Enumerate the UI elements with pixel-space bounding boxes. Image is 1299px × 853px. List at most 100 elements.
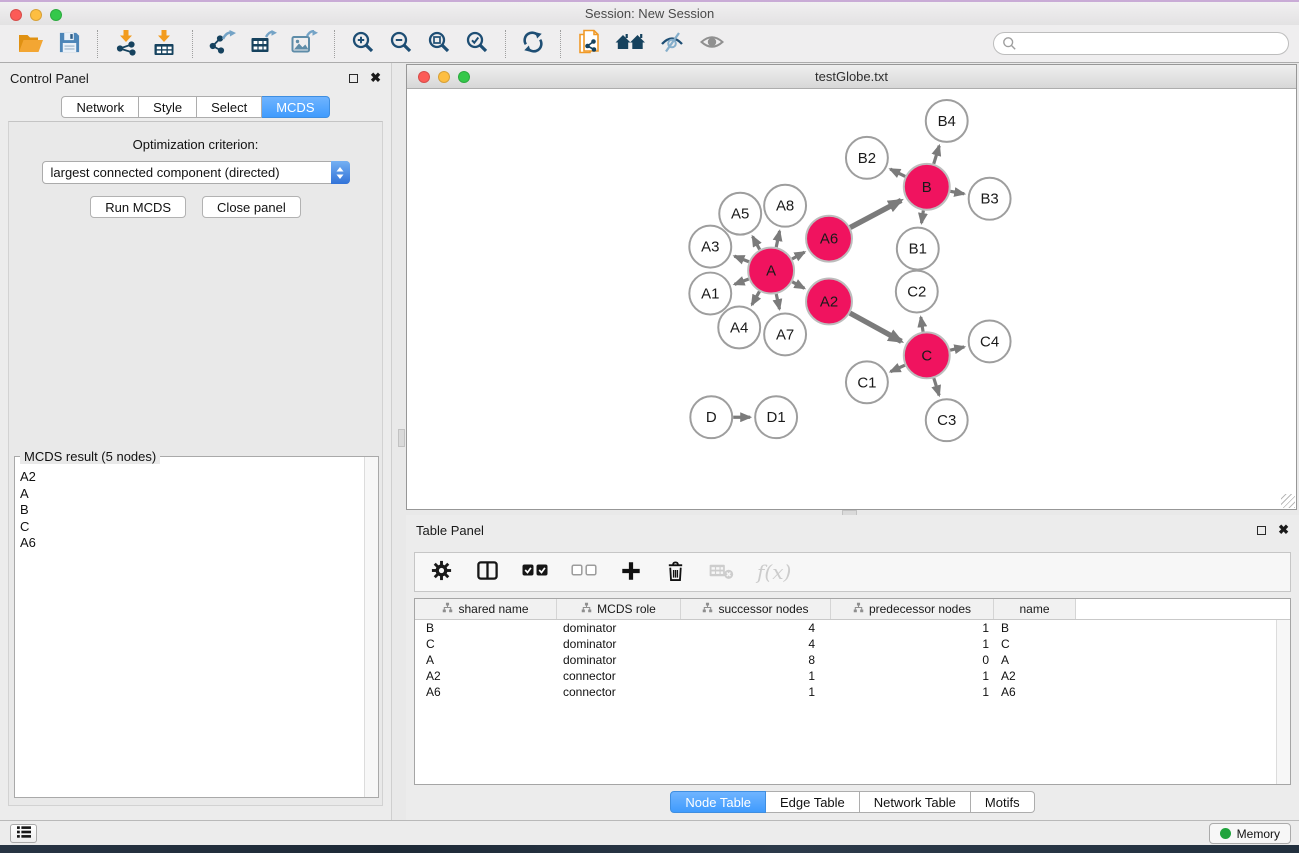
node-C2[interactable]: C2 bbox=[896, 271, 938, 313]
table-cell[interactable]: A2 bbox=[994, 669, 1076, 683]
window-resize-grip[interactable] bbox=[1281, 494, 1295, 508]
tab-motifs[interactable]: Motifs bbox=[971, 791, 1035, 813]
network-close-button[interactable] bbox=[418, 71, 430, 83]
table-row[interactable]: Bdominator41B bbox=[415, 620, 1290, 636]
criterion-select[interactable]: largest connected component (directed) bbox=[42, 161, 350, 184]
edge-C-C2[interactable] bbox=[921, 317, 923, 332]
table-cell[interactable]: A bbox=[994, 653, 1076, 667]
column-header-mcds-role[interactable]: MCDS role bbox=[557, 599, 681, 619]
node-A1[interactable]: A1 bbox=[689, 273, 731, 315]
tab-style[interactable]: Style bbox=[139, 96, 197, 118]
edge-A-A4[interactable] bbox=[752, 291, 760, 304]
network-canvas[interactable]: B4B2BB3A8A5A6A3B1AC2A1A2A4A7C4CC1DD1C3 bbox=[407, 89, 1296, 509]
table-cell[interactable]: B bbox=[415, 621, 557, 635]
edge-A-A3[interactable] bbox=[734, 256, 748, 262]
edge-A-A8[interactable] bbox=[776, 231, 779, 247]
table-cell[interactable]: A2 bbox=[415, 669, 557, 683]
node-B3[interactable]: B3 bbox=[969, 178, 1011, 220]
refresh-button[interactable] bbox=[515, 28, 551, 59]
mcds-result-item[interactable]: C bbox=[20, 519, 362, 536]
mcds-result-item[interactable]: A6 bbox=[20, 535, 362, 552]
close-panel-action-button[interactable]: Close panel bbox=[202, 196, 301, 218]
table-cell[interactable]: 1 bbox=[831, 637, 994, 651]
float-table-panel-button[interactable] bbox=[1257, 526, 1278, 535]
save-session-button[interactable] bbox=[51, 29, 88, 59]
table-cell[interactable]: dominator bbox=[557, 637, 681, 651]
tab-mcds[interactable]: MCDS bbox=[262, 96, 329, 118]
close-panel-button[interactable]: ✖ bbox=[370, 73, 381, 83]
network-from-file-button[interactable] bbox=[570, 27, 608, 61]
mcds-result-item[interactable]: A2 bbox=[20, 469, 362, 486]
table-row[interactable]: A6connector11A6 bbox=[415, 684, 1290, 700]
zoom-out-button[interactable] bbox=[382, 28, 420, 59]
table-row[interactable]: Cdominator41C bbox=[415, 636, 1290, 652]
edge-C-C3[interactable] bbox=[934, 378, 939, 395]
table-row[interactable]: A2connector11A2 bbox=[415, 668, 1290, 684]
import-network-button[interactable] bbox=[107, 27, 145, 61]
table-cell[interactable]: 8 bbox=[681, 653, 831, 667]
node-D1[interactable]: D1 bbox=[755, 396, 797, 438]
home-button[interactable] bbox=[608, 29, 652, 58]
table-cell[interactable]: 1 bbox=[681, 669, 831, 683]
table-cell[interactable]: 1 bbox=[681, 685, 831, 699]
hide-details-button[interactable] bbox=[652, 28, 692, 59]
column-header-name[interactable]: name bbox=[994, 599, 1076, 619]
table-cell[interactable]: C bbox=[994, 637, 1076, 651]
node-A5[interactable]: A5 bbox=[719, 193, 761, 235]
node-C3[interactable]: C3 bbox=[926, 399, 968, 441]
float-panel-button[interactable] bbox=[349, 74, 370, 83]
export-table-button[interactable] bbox=[243, 28, 284, 59]
select-all-columns-button[interactable] bbox=[522, 563, 548, 581]
table-cell[interactable]: connector bbox=[557, 669, 681, 683]
node-A6[interactable]: A6 bbox=[806, 216, 852, 262]
zoom-selected-button[interactable] bbox=[458, 28, 496, 59]
edge-A2-C[interactable] bbox=[850, 313, 901, 341]
table-cell[interactable]: dominator bbox=[557, 621, 681, 635]
table-cell[interactable]: 4 bbox=[681, 637, 831, 651]
delete-columns-button[interactable] bbox=[665, 559, 686, 585]
table-settings-button[interactable] bbox=[430, 559, 453, 585]
table-cell[interactable]: 1 bbox=[831, 621, 994, 635]
column-header-shared-name[interactable]: shared name bbox=[415, 599, 557, 619]
run-mcds-button[interactable]: Run MCDS bbox=[90, 196, 186, 218]
table-cell[interactable]: 1 bbox=[831, 669, 994, 683]
node-B2[interactable]: B2 bbox=[846, 137, 888, 179]
maximize-window-button[interactable] bbox=[50, 9, 62, 21]
edge-B-B4[interactable] bbox=[934, 146, 939, 164]
column-header-successor-nodes[interactable]: successor nodes bbox=[681, 599, 831, 619]
edge-A-A7[interactable] bbox=[776, 294, 779, 309]
table-cell[interactable]: A6 bbox=[415, 685, 557, 699]
table-cell[interactable]: 1 bbox=[831, 685, 994, 699]
table-cell[interactable]: 4 bbox=[681, 621, 831, 635]
edge-A-A1[interactable] bbox=[735, 279, 749, 284]
network-maximize-button[interactable] bbox=[458, 71, 470, 83]
node-A3[interactable]: A3 bbox=[689, 226, 731, 268]
edge-A6-B[interactable] bbox=[850, 200, 901, 227]
show-columns-button[interactable] bbox=[476, 559, 499, 585]
edge-A-A5[interactable] bbox=[753, 236, 760, 249]
table-cell[interactable]: C bbox=[415, 637, 557, 651]
table-scrollbar[interactable] bbox=[1276, 620, 1290, 784]
task-history-button[interactable] bbox=[10, 824, 37, 843]
zoom-fit-button[interactable] bbox=[420, 28, 458, 59]
zoom-in-button[interactable] bbox=[344, 28, 382, 59]
search-input[interactable] bbox=[993, 32, 1289, 55]
minimize-window-button[interactable] bbox=[30, 9, 42, 21]
node-A[interactable]: A bbox=[748, 248, 794, 294]
node-C1[interactable]: C1 bbox=[846, 361, 888, 403]
node-C[interactable]: C bbox=[904, 332, 950, 378]
node-B4[interactable]: B4 bbox=[926, 100, 968, 142]
table-cell[interactable]: 0 bbox=[831, 653, 994, 667]
table-cell[interactable]: B bbox=[994, 621, 1076, 635]
edge-C-C1[interactable] bbox=[891, 365, 905, 371]
edge-A-A6[interactable] bbox=[792, 252, 804, 259]
node-C4[interactable]: C4 bbox=[969, 320, 1011, 362]
unselect-all-columns-button[interactable] bbox=[571, 563, 597, 581]
edge-A-A2[interactable] bbox=[792, 282, 804, 288]
add-column-button[interactable] bbox=[620, 560, 642, 585]
tab-select[interactable]: Select bbox=[197, 96, 262, 118]
table-cell[interactable]: connector bbox=[557, 685, 681, 699]
node-B[interactable]: B bbox=[904, 164, 950, 210]
node-B1[interactable]: B1 bbox=[897, 228, 939, 270]
table-row[interactable]: Adominator80A bbox=[415, 652, 1290, 668]
